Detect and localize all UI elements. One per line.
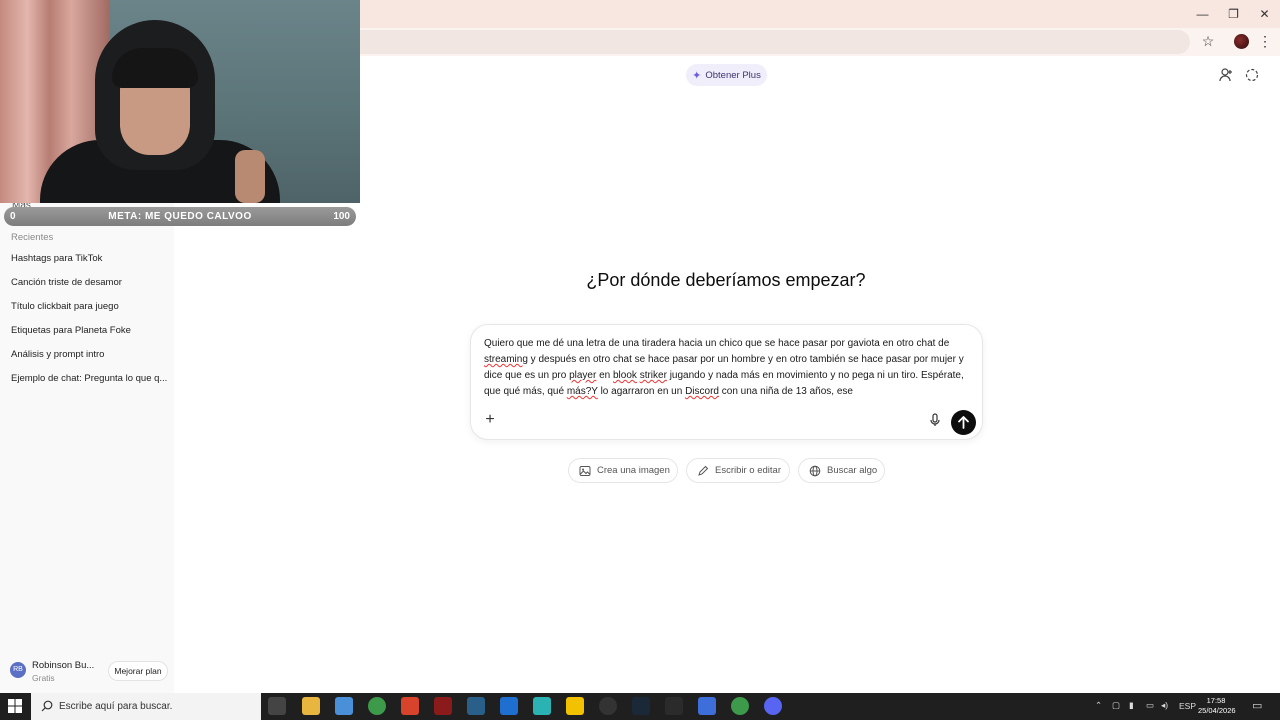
recent-chat-item[interactable]: Ejemplo de chat: Pregunta lo que q... xyxy=(11,373,167,384)
brave-icon[interactable] xyxy=(401,697,419,715)
clock-time: 17:58 xyxy=(1206,696,1226,705)
task-view-icon[interactable] xyxy=(268,697,286,715)
goal-max: 100 xyxy=(333,211,350,222)
browser-menu-icon[interactable]: ⋮ xyxy=(1258,32,1272,50)
recent-chat-item[interactable]: Título clickbait para juego xyxy=(11,301,167,312)
windows-start-icon[interactable] xyxy=(8,699,22,713)
get-plus-button[interactable]: ✦ Obtener Plus xyxy=(686,64,767,86)
game-app-icon[interactable] xyxy=(434,697,452,715)
volume-icon[interactable]: ◂) xyxy=(1161,700,1168,720)
chip-label: Crea una imagen xyxy=(597,465,670,476)
recent-chat-item[interactable]: Canción triste de desamor xyxy=(11,277,167,288)
chrome-active-icon[interactable] xyxy=(731,697,749,715)
taskbar-clock[interactable]: 17:58 25/04/2026 xyxy=(1198,696,1236,716)
chip-label: Buscar algo xyxy=(827,465,878,476)
bookmark-star-icon[interactable]: ☆ xyxy=(1199,32,1217,50)
window-controls: — ❐ ✕ xyxy=(1187,0,1280,28)
chrome-icon[interactable] xyxy=(368,697,386,715)
minimize-button[interactable]: — xyxy=(1187,0,1218,28)
page-headline: ¿Por dónde deberíamos empezar? xyxy=(586,270,866,290)
send-button[interactable] xyxy=(951,410,976,435)
temporary-chat-icon[interactable] xyxy=(1244,67,1260,83)
rockstar-icon[interactable] xyxy=(566,697,584,715)
epic-games-icon[interactable] xyxy=(665,697,683,715)
restore-button[interactable]: ❐ xyxy=(1218,0,1249,28)
file-explorer-icon[interactable] xyxy=(302,697,320,715)
recent-chat-item[interactable]: Análisis y prompt intro xyxy=(11,349,167,360)
upgrade-plan-button[interactable]: Mejorar plan xyxy=(108,661,168,681)
obs-icon[interactable] xyxy=(599,697,617,715)
store-icon[interactable] xyxy=(335,697,353,715)
battery-icon[interactable]: ▮ xyxy=(1129,700,1134,720)
taskbar-search[interactable]: Escribe aquí para buscar. xyxy=(31,693,261,720)
globe-icon xyxy=(809,465,821,476)
chip-label: Escribir o editar xyxy=(715,465,781,476)
steam-icon[interactable] xyxy=(632,697,650,715)
image-icon xyxy=(579,465,591,476)
user-account-row[interactable]: RB Robinson Bu... Gratis Mejorar plan xyxy=(10,656,170,688)
prompt-text[interactable]: Quiero que me dé una letra de una tirade… xyxy=(484,336,974,400)
user-avatar: RB xyxy=(10,662,26,678)
pencil-icon xyxy=(698,465,709,476)
recent-chat-item[interactable]: Hashtags para TikTok xyxy=(11,253,167,264)
notifications-icon[interactable]: ▭ xyxy=(1252,699,1262,720)
share-person-icon[interactable] xyxy=(1218,67,1234,83)
app-icon[interactable] xyxy=(500,697,518,715)
prompt-composer[interactable]: Quiero que me dé una letra de una tirade… xyxy=(470,324,983,440)
browser-profile-avatar[interactable] xyxy=(1234,34,1249,49)
discord-icon[interactable] xyxy=(764,697,782,715)
search-icon xyxy=(41,700,53,712)
app-icon[interactable] xyxy=(698,697,716,715)
app-icon[interactable] xyxy=(533,697,551,715)
tray-chevron-icon[interactable]: ⌃ xyxy=(1095,700,1102,720)
write-edit-chip[interactable]: Escribir o editar xyxy=(686,458,790,483)
webcam-overlay xyxy=(0,0,360,203)
create-image-chip[interactable]: Crea una imagen xyxy=(568,458,678,483)
app-icon[interactable] xyxy=(467,697,485,715)
add-attachment-icon[interactable]: + xyxy=(483,412,497,428)
sparkle-icon: ✦ xyxy=(692,69,702,82)
get-plus-label: Obtener Plus xyxy=(705,69,761,81)
network-icon[interactable]: ▭ xyxy=(1146,700,1154,720)
user-name: Robinson Bu... xyxy=(32,660,95,671)
goal-label: META: ME QUEDO CALVOO xyxy=(108,211,252,222)
windows-taskbar: Escribe aquí para buscar. ⌃ ▢ ▮ ▭ ◂) ESP… xyxy=(0,693,1280,720)
close-button[interactable]: ✕ xyxy=(1249,0,1280,28)
tray-icon[interactable]: ▢ xyxy=(1112,700,1120,720)
language-indicator[interactable]: ESP xyxy=(1179,701,1196,720)
microphone-icon[interactable] xyxy=(928,413,942,427)
taskbar-search-placeholder: Escribe aquí para buscar. xyxy=(59,701,173,712)
recents-heading: Recientes xyxy=(11,232,54,243)
clock-date: 25/04/2026 xyxy=(1198,706,1236,715)
stream-goal-bar: 0 META: ME QUEDO CALVOO 100 xyxy=(4,207,356,226)
search-chip[interactable]: Buscar algo xyxy=(798,458,885,483)
recent-chat-item[interactable]: Etiquetas para Planeta Foke xyxy=(11,325,167,336)
user-plan: Gratis xyxy=(32,673,55,683)
